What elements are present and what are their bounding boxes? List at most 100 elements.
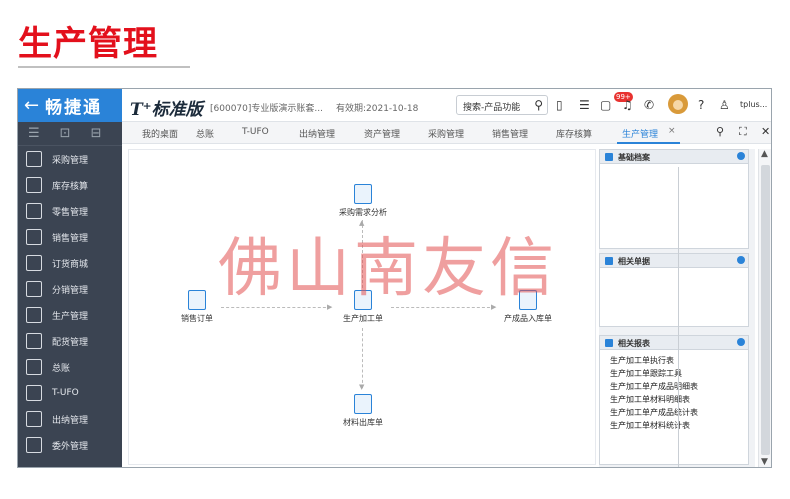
- mascot-icon[interactable]: [668, 94, 688, 114]
- flow-node-material-out[interactable]: 材料出库单: [329, 394, 397, 428]
- page-heading: 生产管理: [18, 24, 158, 64]
- sidebar-item-label: T-UFO: [52, 388, 79, 398]
- collapse-icon[interactable]: [737, 338, 745, 346]
- search-doc-icon[interactable]: ⊡: [60, 126, 71, 141]
- report-link[interactable]: 生产加工单材料统计表: [600, 419, 748, 432]
- analysis-doc-icon: [354, 184, 372, 204]
- node-label: 采购需求分析: [339, 208, 387, 217]
- node-label: 材料出库单: [343, 418, 383, 427]
- tab-ledger[interactable]: 总账: [196, 127, 214, 140]
- sidebar-tools: ☰ ⊡ ⊟: [18, 122, 122, 146]
- close-icon[interactable]: ✕: [761, 125, 770, 138]
- search-input[interactable]: 搜索-产品功能 ⚲: [456, 95, 548, 115]
- node-label: 销售订单: [181, 314, 213, 323]
- scroll-down-icon[interactable]: ▼: [761, 457, 768, 467]
- sidebar-item-outsource[interactable]: 委外管理: [18, 432, 122, 458]
- user-icon[interactable]: ♙: [719, 97, 730, 113]
- menu-icon[interactable]: ☰: [28, 126, 40, 141]
- sidebar-item-label: 订货商城: [52, 259, 89, 270]
- search-icon[interactable]: ⚲: [716, 125, 724, 138]
- tab-tufo[interactable]: T-UFO: [242, 127, 269, 137]
- tab-purchase[interactable]: 采购管理: [428, 127, 464, 140]
- user-name[interactable]: tplus...: [740, 100, 767, 109]
- material-doc-icon: [354, 394, 372, 414]
- scroll-thumb[interactable]: [761, 165, 770, 455]
- heading-divider: [18, 66, 190, 68]
- panel-title: 基础档案: [618, 153, 650, 162]
- search-placeholder: 搜索-产品功能: [463, 103, 521, 113]
- sidebar-item-distribution[interactable]: 分销管理: [18, 276, 122, 302]
- bell-icon[interactable]: ♫: [622, 97, 633, 113]
- sidebar-item-sales[interactable]: 销售管理: [18, 224, 122, 250]
- sidebar-item-mall[interactable]: 订货商城: [18, 250, 122, 276]
- retail-icon: [26, 203, 42, 219]
- right-panel: 基础档案 相关单据 相关报表 生产加工单执行表 生产加工单跟踪工具 生产加工单产…: [599, 149, 755, 467]
- tab-desktop[interactable]: 我的桌面: [142, 127, 178, 140]
- scroll-up-icon[interactable]: ▲: [761, 149, 768, 159]
- account-label[interactable]: [600070]专业版演示账套...: [210, 101, 323, 114]
- tab-assets[interactable]: 资产管理: [364, 127, 400, 140]
- tab-sales[interactable]: 销售管理: [492, 127, 528, 140]
- sidebar-item-label: 委外管理: [52, 441, 89, 452]
- sidebar-item-label: 出纳管理: [52, 415, 89, 426]
- tab-production[interactable]: 生产管理: [622, 127, 658, 140]
- order-doc-icon: [188, 290, 206, 310]
- product-name: T⁺标准版: [130, 100, 203, 120]
- delivery-icon: [26, 333, 42, 349]
- message-icon[interactable]: ▢: [600, 97, 611, 113]
- panel-related-docs: 相关单据: [599, 253, 749, 327]
- sidebar-item-retail[interactable]: 零售管理: [18, 198, 122, 224]
- report-link[interactable]: 生产加工单跟踪工具: [600, 367, 748, 380]
- node-label: 产成品入库单: [504, 314, 552, 323]
- checklist-icon[interactable]: ☰: [579, 97, 590, 113]
- collapse-icon[interactable]: [737, 256, 745, 264]
- flow-node-sales-order[interactable]: 销售订单: [171, 290, 223, 324]
- node-label: 生产加工单: [343, 314, 383, 323]
- sidebar-item-delivery[interactable]: 配货管理: [18, 328, 122, 354]
- expiry-label: 有效期:2021-10-18: [336, 104, 419, 114]
- outsource-icon: [26, 437, 42, 453]
- tab-cashier[interactable]: 出纳管理: [299, 127, 335, 140]
- search-icon[interactable]: ⚲: [534, 98, 543, 112]
- phone-icon[interactable]: ✆: [644, 97, 654, 113]
- report-icon: [605, 339, 613, 347]
- collapse-icon[interactable]: [737, 152, 745, 160]
- table-icon: [605, 257, 613, 265]
- report-link[interactable]: 生产加工单产成品明细表: [600, 380, 748, 393]
- app-window: ← 畅捷通 T⁺标准版 [600070]专业版演示账套... 有效期:2021-…: [17, 88, 772, 468]
- tab-inventory[interactable]: 库存核算: [556, 127, 592, 140]
- sidebar-item-cashier[interactable]: 出纳管理: [18, 406, 122, 432]
- inventory-icon: [26, 177, 42, 193]
- sidebar-item-ledger[interactable]: 总账: [18, 354, 122, 380]
- panel-header[interactable]: 基础档案: [600, 150, 748, 164]
- sidebar-item-label: 零售管理: [52, 207, 89, 218]
- report-link[interactable]: 生产加工单材料明细表: [600, 393, 748, 406]
- brand-bar[interactable]: ← 畅捷通: [18, 89, 122, 122]
- panel-header[interactable]: 相关单据: [600, 254, 748, 268]
- fullscreen-icon[interactable]: ⛶: [739, 125, 747, 139]
- edit-icon[interactable]: ⊟: [91, 126, 102, 141]
- report-link[interactable]: 生产加工单产成品统计表: [600, 406, 748, 419]
- help-icon[interactable]: ?: [698, 97, 704, 113]
- vertical-scrollbar[interactable]: ▲ ▼: [758, 149, 771, 467]
- divider: [678, 167, 679, 467]
- active-tab-indicator: [617, 142, 680, 144]
- panel-header[interactable]: 相关报表: [600, 336, 748, 350]
- back-arrow-icon[interactable]: ←: [24, 96, 39, 115]
- sidebar-item-purchase[interactable]: 采购管理: [18, 146, 122, 172]
- flow-node-purchase-analysis[interactable]: 采购需求分析: [329, 184, 397, 218]
- phone-device-icon[interactable]: ▯: [556, 97, 563, 113]
- report-link[interactable]: 生产加工单执行表: [600, 354, 748, 367]
- sidebar-item-label: 配货管理: [52, 337, 89, 348]
- archive-icon: [605, 153, 613, 161]
- sidebar-item-inventory[interactable]: 库存核算: [18, 172, 122, 198]
- sidebar-item-label: 采购管理: [52, 155, 89, 166]
- panel-related-reports: 相关报表 生产加工单执行表 生产加工单跟踪工具 生产加工单产成品明细表 生产加工…: [599, 335, 749, 465]
- mall-icon: [26, 255, 42, 271]
- close-tab-icon[interactable]: ×: [668, 126, 676, 136]
- sidebar-item-production[interactable]: 生产管理: [18, 302, 122, 328]
- tab-bar: 我的桌面 总账 T-UFO 出纳管理 资产管理 采购管理 销售管理 库存核算 生…: [122, 122, 771, 144]
- sidebar-item-label: 分销管理: [52, 285, 89, 296]
- top-bar: ← 畅捷通 T⁺标准版 [600070]专业版演示账套... 有效期:2021-…: [18, 89, 771, 122]
- sidebar-item-tufo[interactable]: T-UFO: [18, 380, 122, 406]
